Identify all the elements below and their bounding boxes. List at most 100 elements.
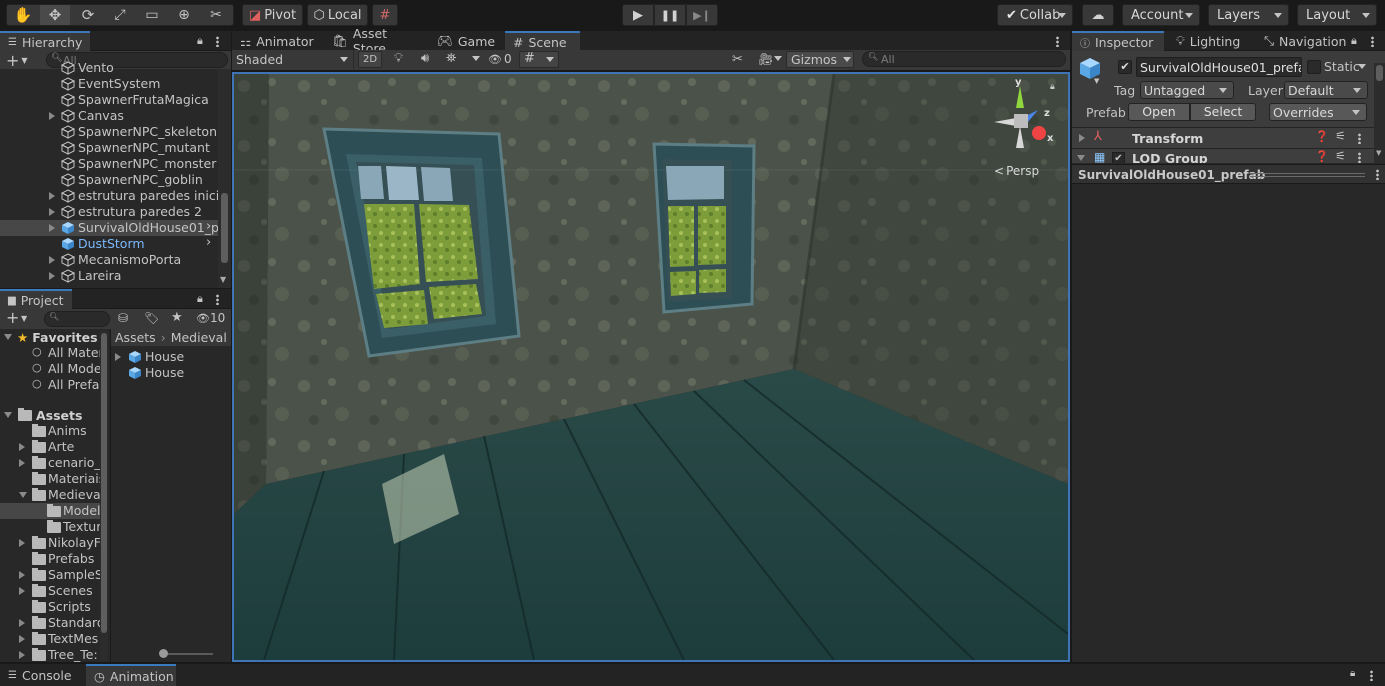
pause-button[interactable]: ❚❚ [654,4,686,26]
tab-lighting[interactable]: 💡︎ Lighting [1168,31,1254,51]
folder-expand-arrow-icon[interactable] [19,571,25,579]
shading-dropdown[interactable]: Shaded [232,50,354,69]
lod-presets-icon[interactable]: ⚟ [1335,149,1346,163]
filter-type-icon[interactable]: ⛁ [118,311,128,325]
local-toggle[interactable]: ⬡ Local [307,4,368,26]
asset-item[interactable]: House [111,365,229,381]
hierarchy-item[interactable]: estrutura paredes 2 [0,204,218,220]
hierarchy-scroll-thumb[interactable] [221,193,228,263]
tab-project[interactable]: ▆ Project [0,289,72,309]
inspector-lock-icon[interactable]: 🔒︎ [1351,34,1357,48]
folder-item[interactable]: TextMes [0,631,100,647]
tab-game[interactable]: 🎮︎ Game [429,31,495,51]
play-button[interactable]: ▶ [622,4,654,26]
transform-help-icon[interactable]: ❓ [1315,130,1329,143]
account-dropdown[interactable]: Account [1122,4,1200,26]
expand-arrow-icon[interactable] [49,224,55,232]
hierarchy-item[interactable]: estrutura paredes inicial [0,188,218,204]
assets-header[interactable]: Assets [0,407,110,423]
tools-icon[interactable]: ✂ [732,52,743,67]
preview-drag-handle[interactable] [1250,173,1365,177]
folder-item[interactable]: Materiais [0,471,105,487]
asset-expand-arrow-icon[interactable] [115,353,121,361]
tab-hierarchy[interactable]: ☰ Hierarchy [0,31,90,51]
hierarchy-item[interactable]: SpawnerNPC_mutant [0,140,218,156]
hidden-objects-toggle[interactable]: 👁︎ 0 [488,52,512,66]
layout-dropdown[interactable]: Layout [1297,4,1377,26]
layer-dropdown[interactable]: Default [1284,81,1368,99]
favorite-star-icon[interactable]: ★ [171,310,183,325]
hierarchy-item[interactable]: Lareira [0,268,218,284]
step-button[interactable]: ▶❙ [686,4,718,26]
tab-animation[interactable]: ◷ Animation [86,664,176,686]
asset-item[interactable]: House [111,349,229,365]
expand-arrow-icon[interactable] [49,256,55,264]
overrides-dropdown[interactable]: Overrides [1269,103,1367,121]
rect-tool-icon[interactable]: ▭ [137,5,167,25]
transform-menu-icon[interactable] [1358,133,1361,144]
scroll-down-icon[interactable]: ▼ [220,275,226,284]
tab-scene[interactable]: # Scene [505,31,580,51]
audio-toggle-icon[interactable]: 🔊︎ [421,51,429,66]
bottom-lock-icon[interactable]: 🔒︎ [1350,668,1355,679]
inspector-menu-icon[interactable] [1371,36,1374,47]
transform-fold-icon[interactable] [1079,134,1085,142]
rotate-tool-icon[interactable]: ⟳ [73,5,103,25]
hierarchy-item[interactable]: EventSystem [0,76,218,92]
active-checkbox[interactable]: ✔ [1118,60,1132,74]
hierarchy-item[interactable]: SpawnerNPC_monster [0,156,218,172]
hierarchy-item[interactable]: Vento [0,62,218,76]
zoom-slider-thumb[interactable] [159,649,168,658]
scale-tool-icon[interactable]: ⤢ [105,5,135,25]
effects-toggle-icon[interactable]: ⛯ [446,51,456,66]
gizmos-dropdown[interactable]: Gizmos [786,51,854,68]
folder-item[interactable]: cenario_ [0,455,101,471]
object-name-field[interactable]: SurvivalOldHouse01_prefab [1136,57,1302,77]
folder-expand-arrow-icon[interactable] [19,619,25,627]
hierarchy-menu-icon[interactable] [216,36,219,47]
hierarchy-item[interactable]: SurvivalOldHouse01_p › [0,219,218,236]
inspector-scrollbar[interactable]: ▼ [1374,63,1385,163]
folder-item[interactable]: Model [0,503,101,519]
folder-tree-scrollbar[interactable] [100,331,108,661]
camera-icon[interactable]: 🎥︎ [758,52,773,66]
transform-tool-icon[interactable]: ⊕ [169,5,199,25]
folder-item[interactable]: Textur [0,519,101,535]
cloud-button[interactable]: ☁ [1082,4,1114,26]
expand-arrow-icon[interactable] [49,208,55,216]
tab-navigation[interactable]: ⤡ Navigation [1256,31,1352,51]
folder-expand-arrow-icon[interactable] [19,459,25,467]
icon-dropdown-icon[interactable]: ▼ [1094,77,1099,85]
tab-animator[interactable]: ⚏ Animator [232,31,318,51]
project-create-dropdown-icon[interactable]: ▼ [21,314,27,323]
open-prefab-chevron-icon[interactable]: › [206,235,211,250]
folder-tree-scroll-thumb[interactable] [101,333,107,633]
grid-snap-button[interactable]: # [372,4,398,26]
folder-item[interactable]: Medieva [0,487,101,503]
gizmo-lock-icon[interactable]: 🔒︎ [1050,82,1055,92]
prefab-open-button[interactable]: Open [1128,103,1190,121]
folder-item[interactable]: Prefabs [0,551,100,567]
static-dropdown-icon[interactable] [1358,64,1366,69]
project-lock-icon[interactable]: 🔒︎ [197,292,203,306]
hierarchy-item[interactable]: SpawnerFrutaMagica [0,92,218,108]
zoom-slider[interactable] [111,649,231,662]
static-checkbox[interactable] [1307,60,1321,74]
preview-header[interactable]: SurvivalOldHouse01_prefab [1072,164,1385,184]
open-prefab-chevron-icon[interactable]: › [206,219,211,234]
folder-item[interactable]: NikolayF [0,535,101,551]
folder-expand-arrow-icon[interactable] [19,539,25,547]
project-menu-icon[interactable] [216,294,219,305]
hierarchy-item[interactable]: DustStorm › [0,235,218,252]
transform-presets-icon[interactable]: ⚟ [1335,129,1346,143]
preview-menu-icon[interactable] [1376,169,1379,180]
component-lod-group[interactable]: ▦ ✔ LOD Group ❓ ⚟ [1072,148,1374,163]
lighting-toggle-icon[interactable]: 💡︎ [394,51,403,66]
lod-help-icon[interactable]: ❓ [1315,150,1329,163]
folder-expand-arrow-icon[interactable] [19,587,25,595]
camera-dropdown-icon[interactable] [774,56,782,61]
lod-enabled-checkbox[interactable]: ✔ [1112,152,1125,163]
lod-fold-icon[interactable] [1077,155,1085,161]
folder-item[interactable]: Standard [0,615,105,631]
hierarchy-item[interactable]: MecanismoPorta [0,252,218,268]
